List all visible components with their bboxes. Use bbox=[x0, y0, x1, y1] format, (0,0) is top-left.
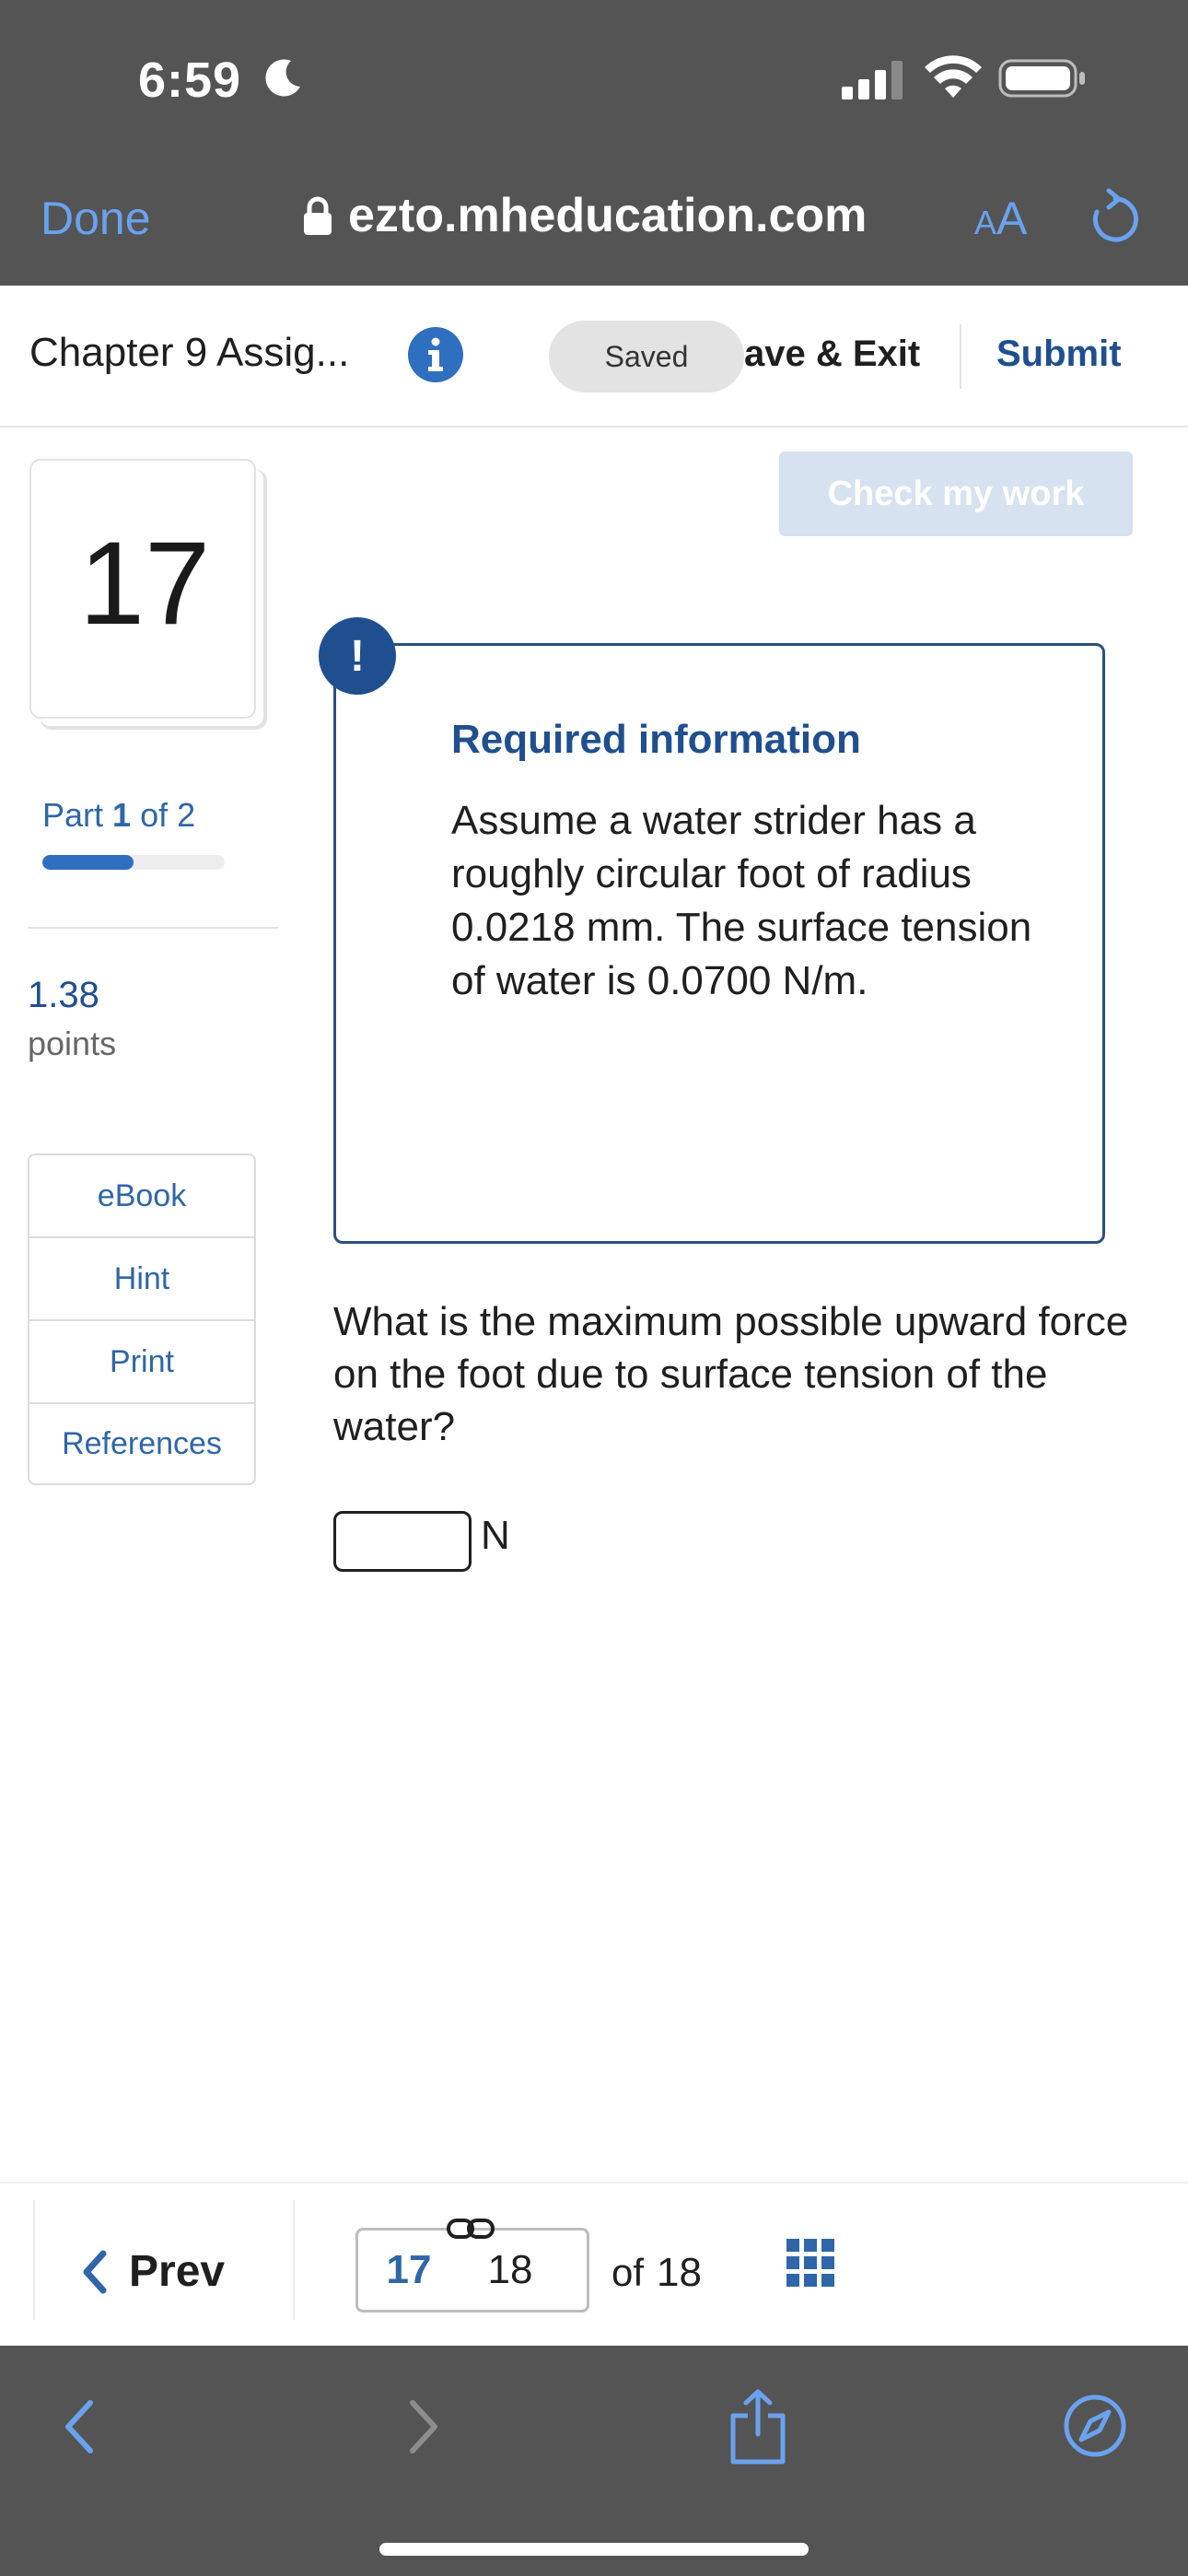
status-time: 6:59 bbox=[138, 53, 242, 108]
save-exit-button[interactable]: ave & Exit bbox=[744, 334, 920, 375]
url-text: ezto.mheducation.com bbox=[348, 189, 868, 242]
assignment-header: Chapter 9 Assig... ave & Exit Saved Subm… bbox=[0, 286, 1188, 427]
points-label: points bbox=[28, 1025, 117, 1062]
wifi-icon bbox=[925, 55, 982, 98]
answer-input[interactable] bbox=[333, 1511, 472, 1572]
references-button[interactable]: References bbox=[29, 1404, 254, 1483]
part-word: Part bbox=[42, 796, 104, 834]
forward-arrow-icon[interactable] bbox=[403, 2397, 444, 2456]
required-information-text: Assume a water strider has a roughly cir… bbox=[451, 798, 1032, 1003]
text-size-large-glyph: A bbox=[996, 193, 1028, 244]
info-icon[interactable] bbox=[407, 326, 464, 383]
assignment-title: Chapter 9 Assig... bbox=[29, 330, 350, 375]
part-of: of 2 bbox=[140, 796, 196, 834]
browser-top-chrome: 6:59 Done ezto.mheducation.com AA bbox=[0, 0, 1188, 286]
print-button[interactable]: Print bbox=[29, 1321, 254, 1404]
required-information-title: Required information bbox=[451, 717, 861, 762]
part-indicator: Part 1 of 2 bbox=[42, 796, 195, 835]
question-tools: eBook Hint Print References bbox=[28, 1153, 256, 1485]
pager-separator bbox=[33, 2200, 35, 2320]
text-size-button[interactable]: AA bbox=[974, 192, 1027, 245]
answer-unit: N bbox=[481, 1513, 510, 1558]
battery-icon bbox=[998, 59, 1085, 98]
moon-icon bbox=[265, 59, 300, 97]
browser-bottom-toolbar bbox=[0, 2346, 1188, 2576]
submit-button[interactable]: Submit bbox=[996, 334, 1122, 375]
address-bar[interactable]: ezto.mheducation.com bbox=[302, 188, 867, 243]
reload-icon[interactable] bbox=[1089, 188, 1142, 243]
ebook-button[interactable]: eBook bbox=[29, 1155, 254, 1238]
of-word: of bbox=[611, 2251, 645, 2294]
alert-icon: ! bbox=[319, 617, 396, 695]
saved-toast: Saved bbox=[549, 321, 744, 392]
text-size-small-glyph: A bbox=[974, 204, 997, 241]
question-pager: Prev 17 18 of 18 bbox=[0, 2182, 1188, 2346]
total-pages: 18 bbox=[657, 2250, 702, 2295]
done-button[interactable]: Done bbox=[41, 192, 151, 245]
current-page: 17 bbox=[386, 2247, 432, 2292]
lock-icon bbox=[304, 196, 332, 235]
sidebar-divider bbox=[28, 927, 278, 929]
page-total: of 18 bbox=[611, 2250, 702, 2296]
points-value: 1.38 bbox=[28, 975, 99, 1015]
question-number: 17 bbox=[78, 518, 211, 650]
next-page[interactable]: 18 bbox=[460, 2247, 561, 2293]
check-my-work-button[interactable]: Check my work bbox=[779, 451, 1133, 536]
back-arrow-icon[interactable] bbox=[59, 2397, 99, 2456]
grid-icon[interactable] bbox=[786, 2239, 834, 2287]
home-indicator bbox=[379, 2543, 809, 2556]
header-divider bbox=[960, 324, 961, 389]
cellular-signal-icon bbox=[842, 61, 903, 100]
prev-button[interactable]: Prev bbox=[81, 2246, 225, 2297]
part-current: 1 bbox=[112, 796, 132, 834]
share-icon[interactable] bbox=[726, 2388, 790, 2465]
prev-label: Prev bbox=[129, 2247, 226, 2296]
pager-separator bbox=[293, 2200, 295, 2320]
part-progress-fill bbox=[42, 855, 134, 870]
part-progress-bar bbox=[42, 855, 225, 870]
question-text: What is the maximum possible upward forc… bbox=[333, 1299, 1129, 1449]
compass-icon[interactable] bbox=[1063, 2394, 1127, 2458]
question-number-card: 17 bbox=[29, 459, 256, 719]
chevron-left-icon bbox=[83, 2250, 107, 2293]
hint-button[interactable]: Hint bbox=[29, 1238, 254, 1321]
link-icon bbox=[447, 2219, 495, 2239]
